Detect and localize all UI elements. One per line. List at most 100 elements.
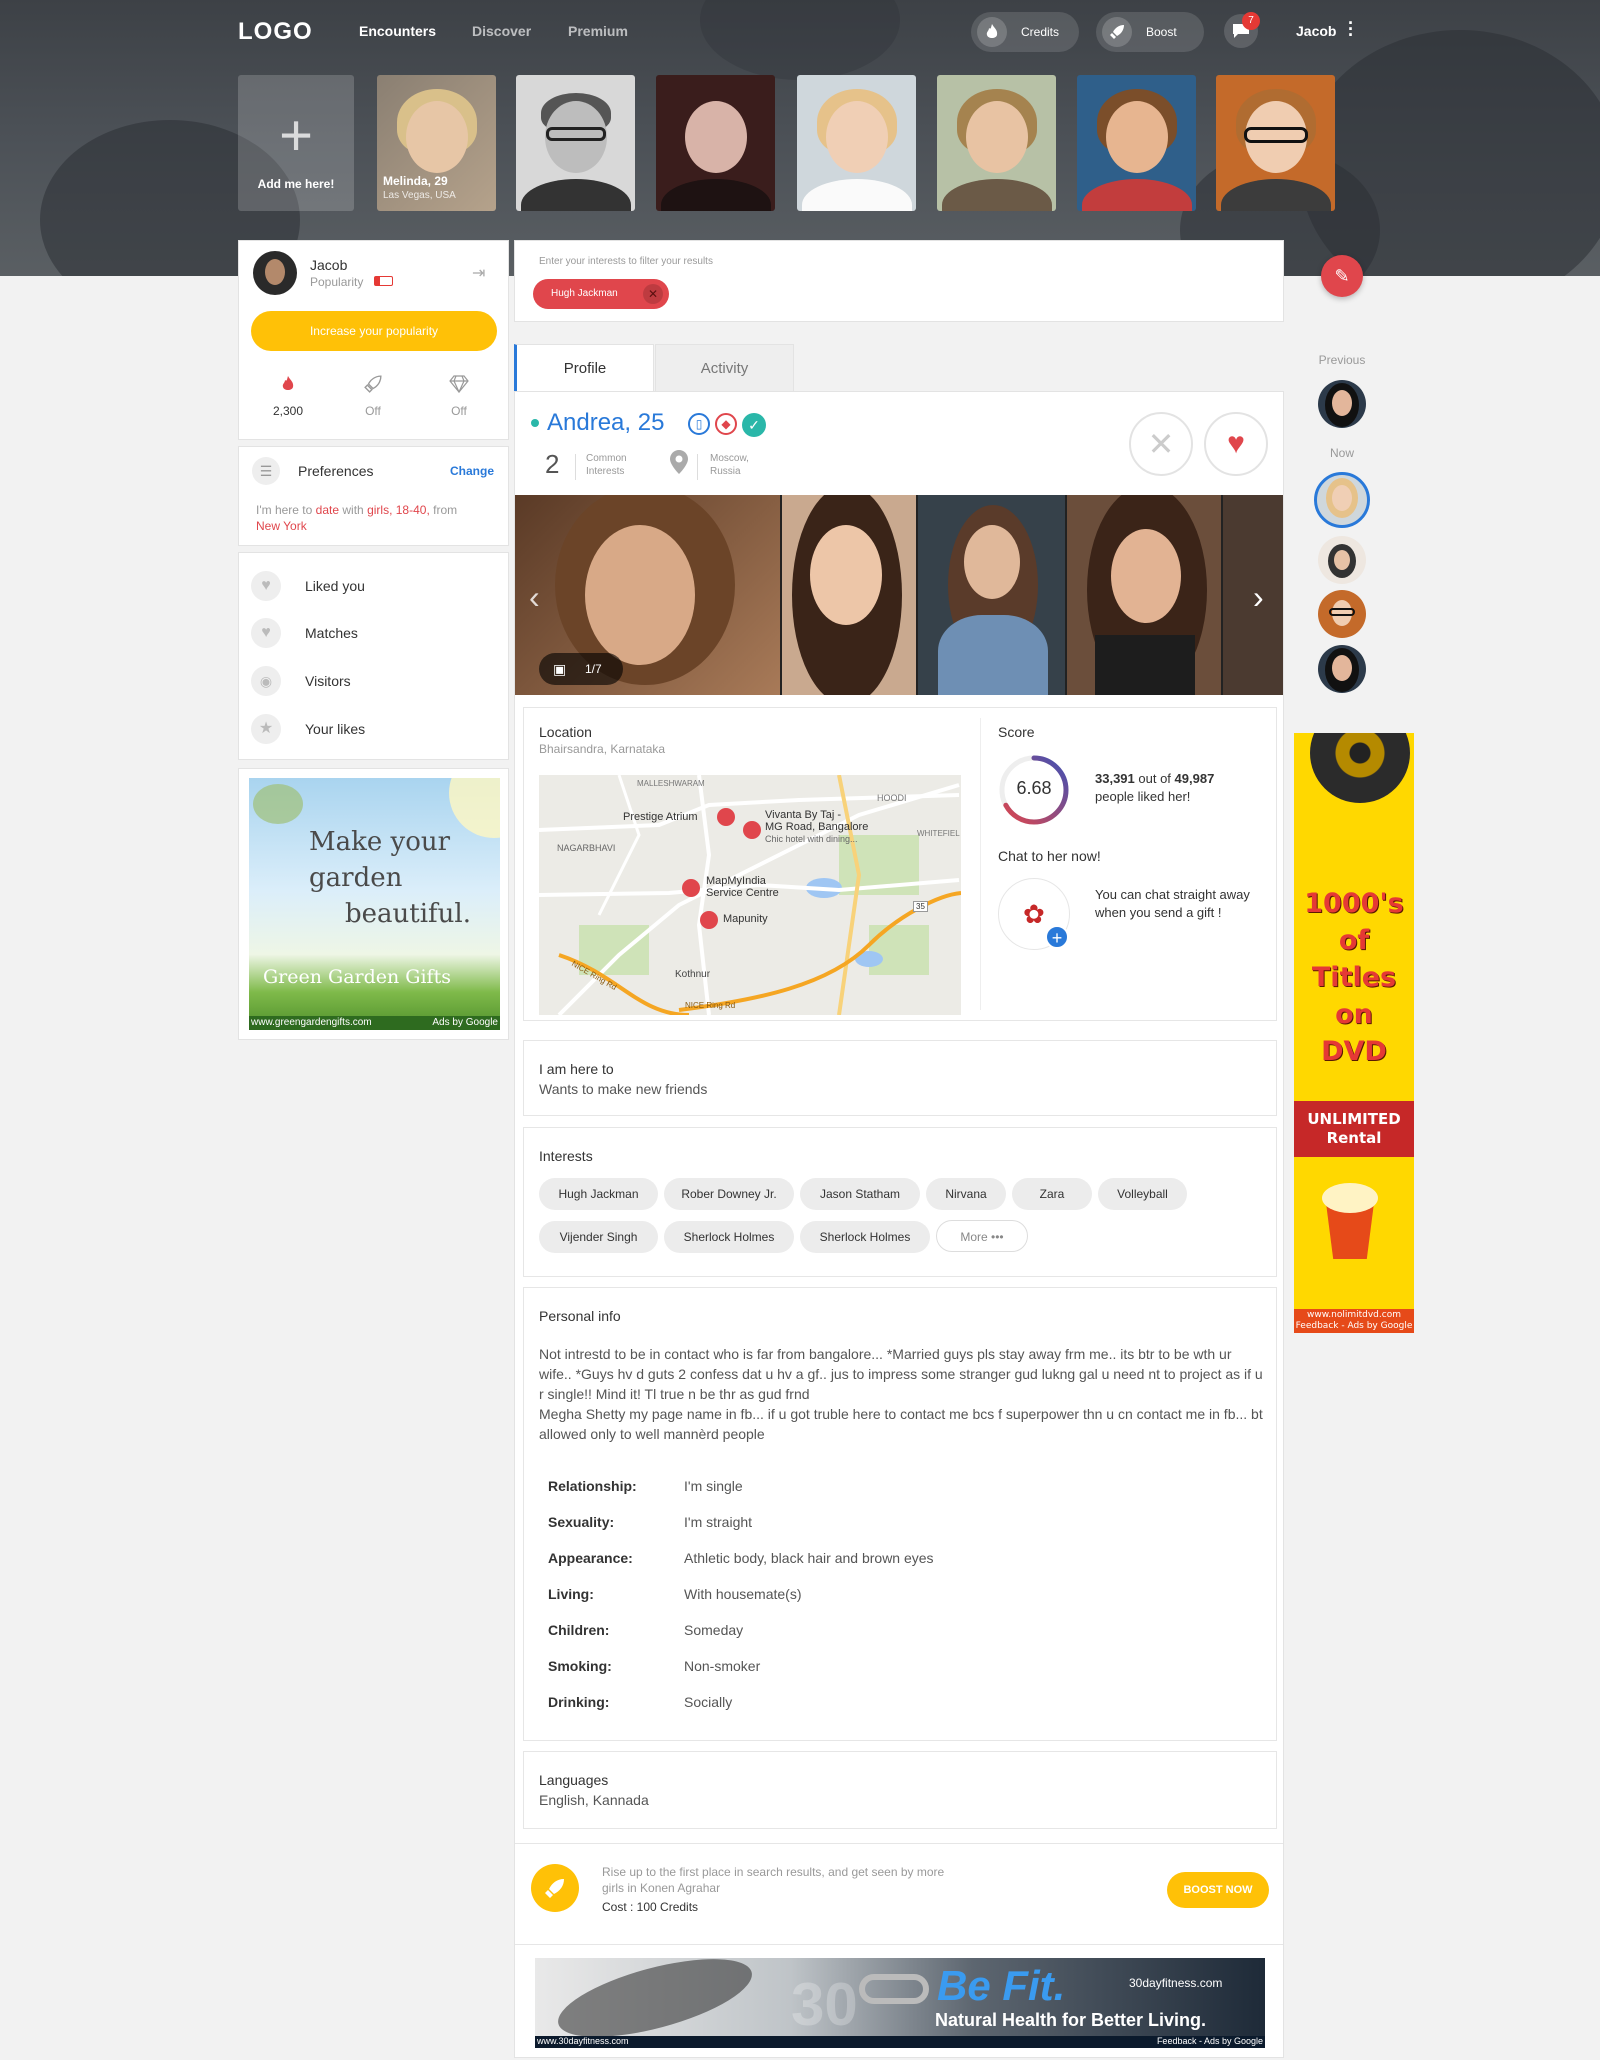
interest-tag[interactable]: Jason Statham [800, 1178, 920, 1210]
leaves-shape [253, 784, 303, 824]
add-me-tile[interactable]: + Add me here! [238, 75, 354, 211]
ad-headline: Make your garden beautiful. [309, 824, 471, 932]
chevron-right-icon[interactable]: › [1253, 579, 1264, 616]
fitness-ad[interactable]: 30 Be Fit. Natural Health for Better Liv… [535, 1958, 1265, 2048]
interest-tag[interactable]: Rober Downey Jr. [664, 1178, 794, 1210]
map-label: HOODI [877, 793, 907, 803]
interest-tag[interactable]: Volleyball [1098, 1178, 1187, 1210]
city-line: Moscow, [710, 453, 749, 464]
ad-footer: www.greengardengifts.com Ads by Google [249, 1016, 500, 1030]
pref-gender: girls, [367, 503, 393, 517]
chevron-left-icon[interactable]: ‹ [529, 579, 540, 616]
premium-stat[interactable]: Off [434, 375, 484, 418]
filter-chip[interactable]: Hugh Jackman ✕ [533, 279, 669, 309]
gallery-photo-3[interactable] [918, 495, 1065, 695]
eye-icon: ◉ [251, 666, 281, 696]
dvd-ad[interactable]: 1000's of Titles on DVD UNLIMITED Rental… [1294, 733, 1414, 1333]
logo[interactable]: LOGO [238, 18, 313, 46]
boost-now-button[interactable]: BOOST NOW [1167, 1872, 1269, 1908]
face-shape [810, 525, 882, 625]
boost-stat[interactable]: Off [348, 375, 398, 418]
location-pin-icon [670, 450, 688, 474]
face-shape [585, 525, 695, 665]
ad-footer: www.nolimitdvd.com Feedback - Ads by Goo… [1294, 1309, 1414, 1333]
glasses-shape [1329, 608, 1355, 616]
increase-popularity-button[interactable]: Increase your popularity [251, 311, 497, 351]
ad-band: UNLIMITED Rental [1294, 1101, 1414, 1157]
send-gift-button[interactable]: ✿ + [998, 878, 1070, 950]
menu-matches[interactable]: ♥ Matches [251, 618, 491, 648]
interest-tag[interactable]: Nirvana [926, 1178, 1006, 1210]
add-me-label: Add me here! [257, 177, 335, 191]
heart-icon: ♥ [1227, 427, 1245, 460]
common-label: Common Interests [586, 452, 627, 478]
menu-liked-you[interactable]: ♥ Liked you [251, 571, 491, 601]
body-shape [941, 179, 1052, 211]
menu-your-likes[interactable]: ★ Your likes [251, 714, 491, 744]
route-shield: 35 [913, 901, 928, 912]
more-interests-button[interactable]: More ••• [936, 1220, 1028, 1252]
kebab-menu-icon[interactable]: · · · [1348, 14, 1354, 44]
boost-description: Rise up to the first place in search res… [602, 1864, 982, 1896]
like-button[interactable]: ♥ [1204, 412, 1268, 476]
now-label: Now [1329, 446, 1354, 460]
user-menu-name[interactable]: Jacob [1296, 23, 1336, 39]
boost-button[interactable]: Boost [1096, 12, 1204, 52]
interest-tag[interactable]: Zara [1012, 1178, 1092, 1210]
interest-tag[interactable]: Vijender Singh [539, 1221, 658, 1253]
body-shape [1095, 635, 1195, 695]
nav-discover[interactable]: Discover [472, 23, 531, 39]
ad-line: 1000's [1304, 888, 1404, 919]
next-profile-avatar[interactable] [1318, 590, 1366, 638]
map-label: MapMyIndia Service Centre [706, 875, 779, 899]
strip-photo-2[interactable] [516, 75, 635, 211]
user-card: Jacob Popularity ⇥ Increase your popular… [238, 240, 509, 440]
pass-button[interactable]: ✕ [1129, 412, 1193, 476]
ad-headline: Be Fit. [937, 1962, 1066, 2009]
ad-domain: 30dayfitness.com [1129, 1976, 1223, 1990]
bio-text: Not intrestd to be in contact who is far… [539, 1344, 1263, 1444]
chat-text: You can chat straight away when you send… [1095, 887, 1250, 920]
detail-key: Drinking: [548, 1694, 610, 1710]
tab-profile[interactable]: Profile [514, 344, 654, 392]
tab-activity[interactable]: Activity [655, 344, 794, 392]
current-profile-avatar[interactable] [1314, 472, 1370, 528]
location-map[interactable]: MALLESHWARAM HOODI WHITEFIEL NAGARBHAVI … [539, 775, 961, 1015]
ad-line: of [1338, 925, 1370, 956]
interest-tag[interactable]: Sherlock Holmes [664, 1221, 794, 1253]
logout-icon[interactable]: ⇥ [472, 263, 485, 283]
next-profile-avatar[interactable] [1318, 645, 1366, 693]
nav-premium[interactable]: Premium [568, 23, 628, 39]
next-profile-avatar[interactable] [1318, 536, 1366, 584]
nav-encounters[interactable]: Encounters [359, 23, 436, 39]
gallery-photo-2[interactable] [782, 495, 916, 695]
map-label-line: Chic hotel with dining... [765, 834, 858, 844]
preferences-change-link[interactable]: Change [450, 464, 494, 478]
paint-brush-icon[interactable]: ✎ [1321, 255, 1363, 297]
menu-visitors[interactable]: ◉ Visitors [251, 666, 491, 696]
detail-value: Someday [684, 1622, 744, 1638]
gallery-photo-4[interactable] [1067, 495, 1221, 695]
activity-menu: ♥ Liked you ♥ Matches ◉ Visitors ★ Your … [238, 552, 509, 760]
map-label: Mapunity [723, 913, 768, 925]
user-name: Jacob [310, 257, 348, 273]
strip-photo-4[interactable] [797, 75, 916, 211]
interest-filter: Enter your interests to filter your resu… [514, 240, 1284, 322]
close-icon[interactable]: ✕ [643, 284, 663, 304]
strip-photo-7[interactable] [1216, 75, 1335, 211]
interest-tag[interactable]: Hugh Jackman [539, 1178, 658, 1210]
interest-tag[interactable]: Sherlock Holmes [800, 1221, 930, 1253]
credits-stat[interactable]: 2,300 [263, 375, 313, 418]
garden-ad[interactable]: Make your garden beautiful. Green Garden… [238, 768, 509, 1040]
flame-icon [977, 17, 1007, 47]
featured-user-tile[interactable]: Melinda, 29 Las Vegas, USA [377, 75, 496, 211]
strip-photo-5[interactable] [937, 75, 1056, 211]
strip-photo-6[interactable] [1077, 75, 1196, 211]
ad-image: Make your garden beautiful. Green Garden… [249, 778, 500, 1030]
personal-info-section: Personal info Not intrestd to be in cont… [523, 1287, 1277, 1741]
previous-profile-avatar[interactable] [1318, 380, 1366, 428]
location-title: Location [539, 724, 592, 740]
strip-photo-3[interactable] [656, 75, 775, 211]
credits-button[interactable]: Credits [971, 12, 1079, 52]
avatar[interactable] [253, 251, 297, 295]
